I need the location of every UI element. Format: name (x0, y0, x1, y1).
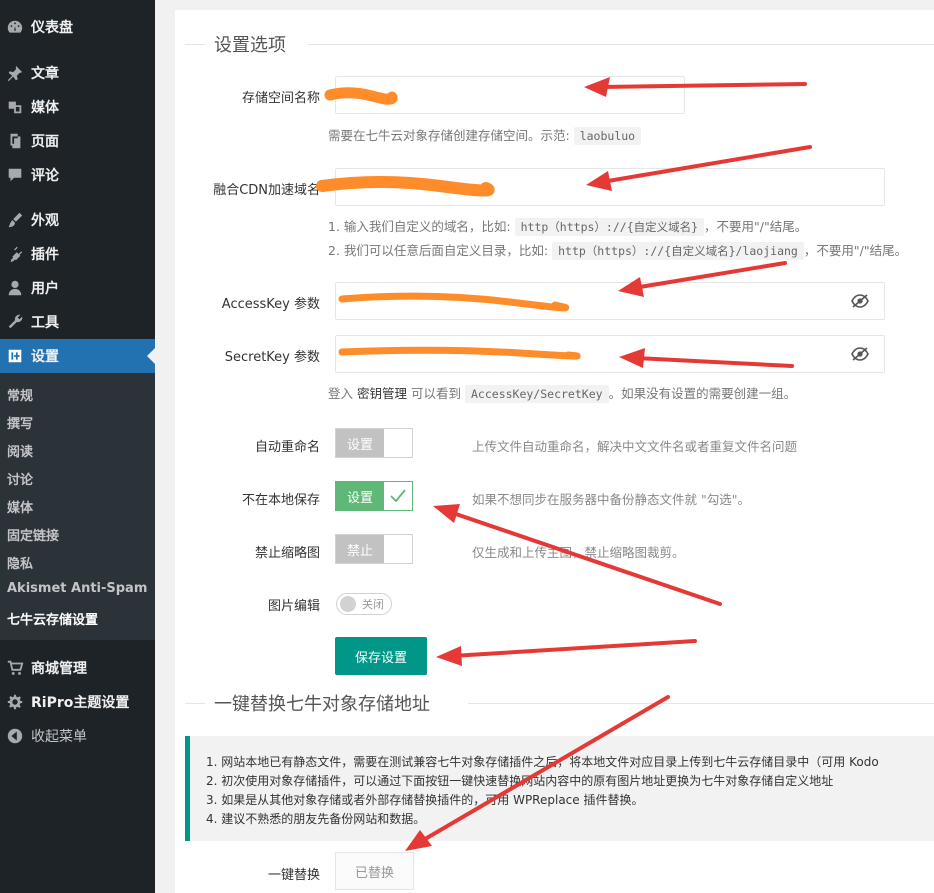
access-key-input[interactable] (335, 282, 885, 320)
cdn-help-2: 2. 我们可以任意后面自定义目录，比如: http（https）://{自定义域… (328, 242, 908, 260)
auto-rename-help: 上传文件自动重命名，解决中文文件名或者重复文件名问题 (472, 439, 798, 454)
secret-key-label: SecretKey 参数 (224, 350, 320, 365)
replace-notice: 1. 网站本地已有静态文件，需要在测试兼容七牛对象存储插件之后，将本地文件对应目… (185, 736, 934, 841)
notice-line-3: 3. 如果是从其他对象存储或者外部存储替换插件的，可用 WPReplace 插件… (206, 793, 644, 807)
menu-comments[interactable]: 评论 (0, 158, 155, 192)
no-local-help: 如果不想同步在服务器中备份静态文件就 "勾选"。 (472, 492, 750, 507)
no-thumb-switch[interactable]: 禁止 (335, 534, 413, 564)
save-settings-button[interactable]: 保存设置 (335, 637, 427, 675)
gear-icon (0, 693, 30, 711)
menu-tools[interactable]: 工具 (0, 305, 155, 339)
submenu-reading[interactable]: 阅读 (7, 441, 33, 460)
submenu-discussion[interactable]: 讨论 (7, 469, 33, 488)
bucket-input[interactable] (335, 76, 685, 114)
submenu-akismet[interactable]: Akismet Anti-Spam (7, 581, 147, 596)
page-icon (0, 132, 30, 150)
image-edit-toggle[interactable]: 关闭 (336, 593, 392, 615)
admin-sidebar: 仪表盘 文章 媒体 页面 评论 外观 插件 用户 工具 设置 常规 撰写 阅读 … (0, 0, 155, 893)
menu-media[interactable]: 媒体 (0, 90, 155, 124)
key-help: 登入 密钥管理 可以看到 AccessKey/SecretKey 。如果没有设置的… (328, 385, 797, 403)
settings-icon (0, 347, 30, 365)
auto-rename-label: 自动重命名 (254, 440, 320, 455)
legend-line-left (185, 703, 205, 704)
menu-appearance[interactable]: 外观 (0, 203, 155, 237)
submenu-privacy[interactable]: 隐私 (7, 553, 33, 572)
submenu-permalinks[interactable]: 固定链接 (7, 525, 59, 544)
menu-posts[interactable]: 文章 (0, 56, 155, 90)
legend-line-left (185, 44, 205, 45)
no-local-switch[interactable]: 设置 (335, 481, 413, 511)
submenu-general[interactable]: 常规 (7, 385, 33, 404)
submenu-qiniu[interactable]: 七牛云存储设置 (7, 609, 98, 628)
no-local-label: 不在本地保存 (241, 493, 320, 508)
checkmark-icon (384, 482, 412, 510)
no-thumb-help: 仅生成和上传主图，禁止缩略图裁剪。 (472, 545, 685, 560)
legend-line-right (308, 44, 934, 45)
media-icon (0, 98, 30, 116)
notice-line-1: 1. 网站本地已有静态文件，需要在测试兼容七牛对象存储插件之后，将本地文件对应目… (206, 755, 879, 769)
menu-dashboard[interactable]: 仪表盘 (0, 10, 155, 44)
image-edit-label: 图片编辑 (267, 599, 320, 614)
menu-pages[interactable]: 页面 (0, 124, 155, 158)
notice-line-2: 2. 初次使用对象存储插件，可以通过下面按钮一键快速替换网站内容中的原有图片地址… (206, 774, 834, 788)
replaced-button[interactable]: 已替换 (335, 852, 414, 890)
bucket-label: 存储空间名称 (241, 91, 320, 106)
wrench-icon (0, 313, 30, 331)
submenu-media[interactable]: 媒体 (7, 497, 33, 516)
legend-line-right (468, 703, 934, 704)
cdn-label: 融合CDN加速域名 (213, 183, 320, 198)
comment-icon (0, 166, 30, 184)
cart-icon (0, 659, 30, 677)
secret-key-input[interactable] (335, 335, 885, 373)
auto-rename-switch[interactable]: 设置 (335, 428, 413, 458)
menu-settings[interactable]: 设置 (0, 339, 155, 373)
collapse-icon (0, 727, 30, 745)
no-thumb-label: 禁止缩略图 (254, 546, 320, 561)
settings-submenu: 常规 撰写 阅读 讨论 媒体 固定链接 隐私 Akismet Anti-Spam… (0, 373, 155, 640)
brush-icon (0, 211, 30, 229)
replace-legend: 一键替换七牛对象存储地址 (214, 694, 430, 715)
key-management-link[interactable]: 密钥管理 (357, 386, 407, 401)
eye-slash-icon[interactable] (850, 344, 870, 364)
settings-legend: 设置选项 (214, 35, 286, 56)
eye-slash-icon[interactable] (850, 291, 870, 311)
notice-line-4: 4. 建议不熟悉的朋友先备份网站和数据。 (206, 812, 426, 826)
replace-label: 一键替换 (267, 868, 320, 883)
bucket-help: 需要在七牛云对象存储创建存储空间。示范: laobuluo (328, 125, 642, 145)
menu-collapse[interactable]: 收起菜单 (0, 719, 155, 753)
cdn-help-1: 1. 输入我们自定义的域名，比如: http（https）://{自定义域名}，… (328, 218, 808, 236)
submenu-writing[interactable]: 撰写 (7, 413, 33, 432)
cdn-input[interactable] (335, 168, 885, 206)
pin-icon (0, 64, 30, 82)
user-icon (0, 279, 30, 297)
access-key-label: AccessKey 参数 (221, 297, 320, 312)
plugin-icon (0, 245, 30, 263)
dashboard-icon (0, 18, 30, 36)
menu-shop[interactable]: 商城管理 (0, 651, 155, 685)
menu-plugins[interactable]: 插件 (0, 237, 155, 271)
menu-users[interactable]: 用户 (0, 271, 155, 305)
menu-ripro-settings[interactable]: RiPro主题设置 (0, 685, 155, 719)
